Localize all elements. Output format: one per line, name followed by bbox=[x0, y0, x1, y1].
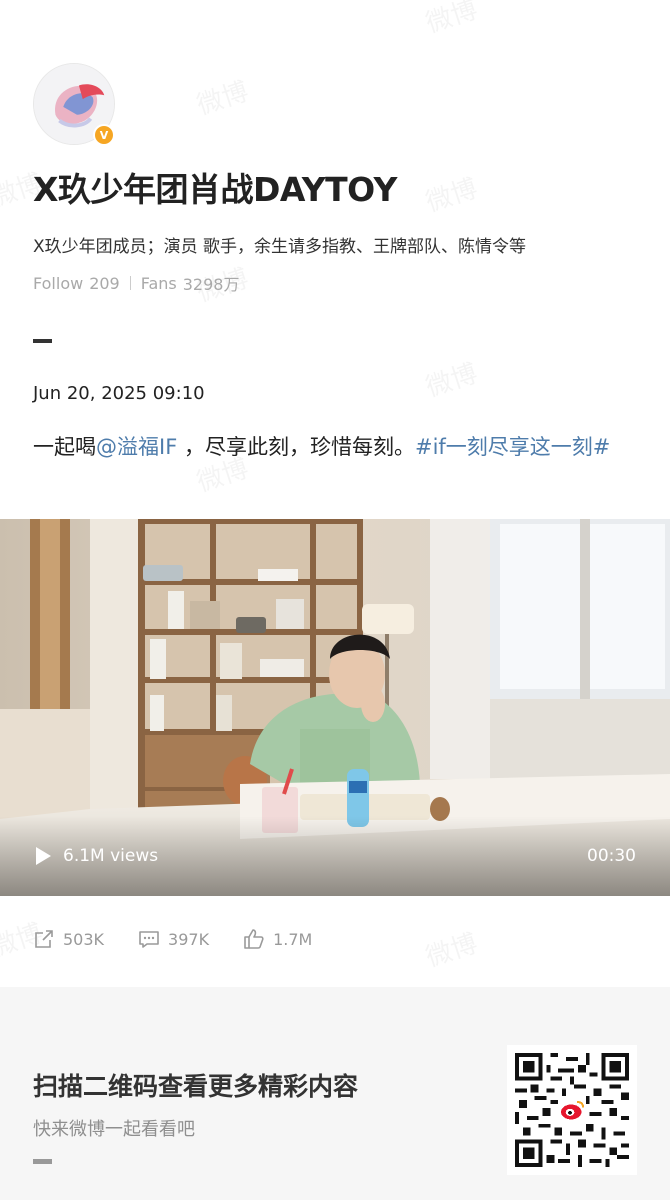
profile-bio: X玖少年团成员；演员 歌手，余生请多指教、王牌部队、陈情令等 bbox=[33, 237, 527, 257]
qr-code[interactable] bbox=[507, 1045, 637, 1175]
share-icon bbox=[35, 930, 53, 948]
watermark: 微博 bbox=[421, 0, 482, 40]
verified-icon: V bbox=[93, 124, 115, 146]
comment-count: 397K bbox=[168, 929, 210, 949]
footer-title: 扫描二维码查看更多精彩内容 bbox=[33, 1072, 359, 1101]
profile-name[interactable]: X玖少年团肖战DAYTOY bbox=[33, 167, 637, 213]
share-button[interactable]: 503K bbox=[33, 928, 104, 950]
post-text-prefix: 一起喝 bbox=[33, 435, 96, 459]
follow-label[interactable]: Follow bbox=[33, 274, 83, 293]
play-icon[interactable] bbox=[36, 847, 51, 865]
video-player[interactable]: 6.1M views 00:30 bbox=[0, 519, 670, 896]
profile-section: V X玖少年团肖战DAYTOY X玖少年团成员；演员 歌手，余生请多指教、王牌部… bbox=[33, 63, 637, 472]
hashtag-link[interactable]: #if一刻尽享这一刻# bbox=[415, 435, 610, 459]
weibo-logo-icon bbox=[558, 1096, 586, 1124]
like-count: 1.7M bbox=[273, 929, 313, 949]
comment-icon bbox=[139, 931, 159, 948]
post-text-middle: ，尽享此刻，珍惜每刻。 bbox=[177, 435, 415, 459]
post-actions: 503K 397K 1.7M bbox=[33, 928, 346, 950]
like-icon bbox=[244, 929, 264, 949]
section-divider bbox=[33, 339, 52, 343]
fans-label[interactable]: Fans bbox=[141, 274, 177, 293]
profile-stats: Follow 209 Fans 3298万 bbox=[33, 271, 637, 295]
mention-link[interactable]: @溢福IF bbox=[96, 435, 177, 459]
share-count: 503K bbox=[63, 929, 105, 949]
video-views: 6.1M views bbox=[36, 846, 158, 866]
watermark: 微博 bbox=[421, 923, 482, 974]
qr-code-image bbox=[515, 1053, 629, 1167]
avatar[interactable]: V bbox=[33, 63, 115, 146]
post-timestamp: Jun 20, 2025 09:10 bbox=[33, 383, 205, 404]
like-button[interactable]: 1.7M bbox=[243, 928, 312, 950]
footer-subtitle: 快来微博一起看看吧 bbox=[33, 1119, 195, 1140]
video-views-text: 6.1M views bbox=[63, 846, 159, 866]
post-text: 一起喝@溢福IF ，尽享此刻，珍惜每刻。#if一刻尽享这一刻# bbox=[33, 422, 637, 472]
footer-banner: 扫描二维码查看更多精彩内容 快来微博一起看看吧 bbox=[0, 987, 670, 1200]
follow-count[interactable]: 209 bbox=[89, 274, 120, 293]
footer-divider bbox=[33, 1159, 52, 1164]
fans-count[interactable]: 3298万 bbox=[183, 271, 240, 295]
video-duration: 00:30 bbox=[587, 846, 636, 866]
comment-button[interactable]: 397K bbox=[138, 928, 209, 950]
stats-divider bbox=[129, 276, 131, 290]
